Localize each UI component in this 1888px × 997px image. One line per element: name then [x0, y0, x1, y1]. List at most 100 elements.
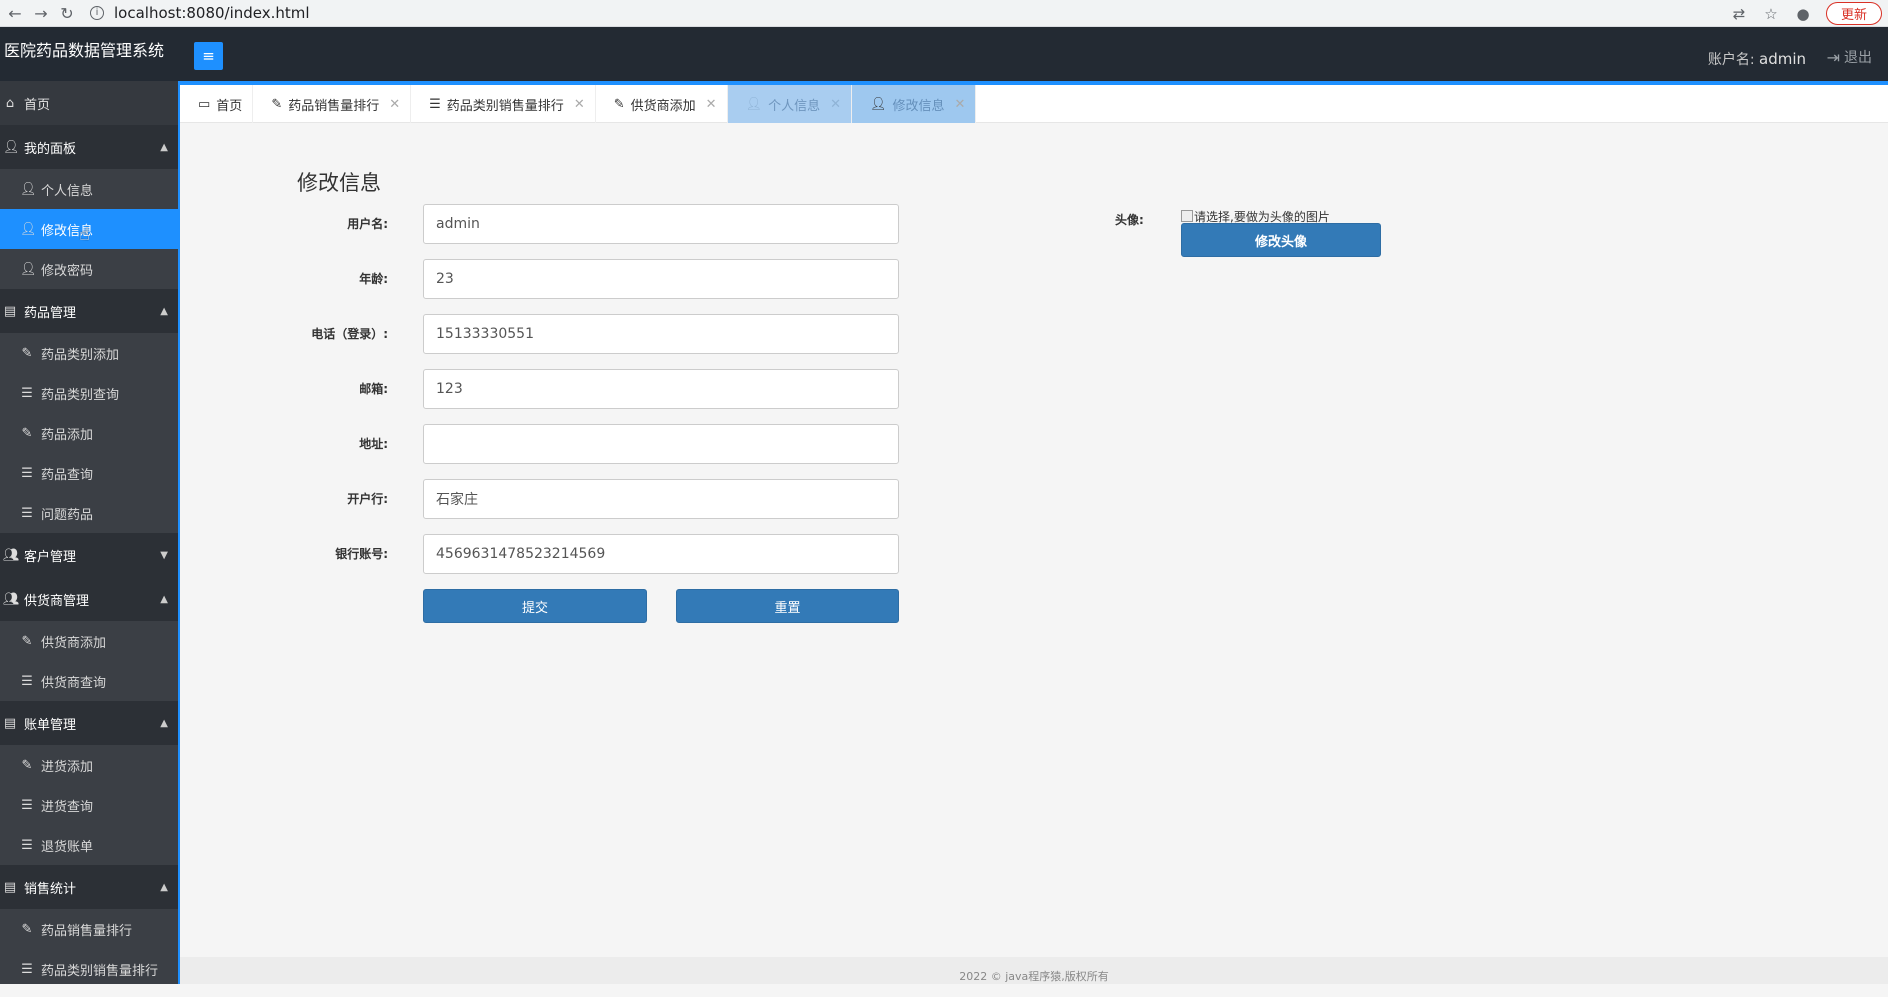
- tab-drug-category-sales-rank[interactable]: ☰ 药品类别销售量排行 ✕: [411, 85, 596, 123]
- star-icon[interactable]: ☆: [1762, 5, 1780, 23]
- sidebar-item-label: 供货商查询: [41, 675, 107, 691]
- tab-drug-sales-rank[interactable]: ✎ 药品销售量排行 ✕: [253, 85, 412, 123]
- close-icon[interactable]: ✕: [706, 97, 717, 112]
- sidebar-item-label: 个人信息: [41, 183, 94, 199]
- account-info: 账户名: admin: [1708, 49, 1806, 69]
- sidebar-group-label: 客户管理: [24, 549, 77, 565]
- list-icon: ☰: [21, 465, 33, 481]
- tab-label: 个人信息: [768, 98, 821, 114]
- reload-icon[interactable]: ↻: [56, 2, 78, 24]
- submit-button[interactable]: 提交: [423, 589, 647, 623]
- sidebar: ⌂ 首页 👤︎ 我的面板 ▲ 👤︎ 个人信息 👤︎ 修改信息 👤︎ 修改密码 ▤…: [0, 81, 180, 984]
- sidebar-item-drug-sales-rank[interactable]: ✎ 药品销售量排行: [0, 909, 180, 949]
- tab-bar: ▭ 首页 ✎ 药品销售量排行 ✕ ☰ 药品类别销售量排行 ✕ ✎ 供货商添加 ✕…: [180, 85, 1888, 123]
- sidebar-group-label: 账单管理: [24, 717, 77, 733]
- sidebar-item-personal-info[interactable]: 👤︎ 个人信息: [0, 169, 180, 209]
- sidebar-item-purchase-add[interactable]: ✎ 进货添加: [0, 745, 180, 785]
- sidebar-group-my-panel[interactable]: 👤︎ 我的面板 ▲: [0, 125, 180, 169]
- sidebar-group-supplier-mgmt[interactable]: 👥︎ 供货商管理 ▲: [0, 577, 180, 621]
- sidebar-item-purchase-query[interactable]: ☰ 进货查询: [0, 785, 180, 825]
- close-icon[interactable]: ✕: [830, 97, 841, 112]
- sidebar-item-label: 退货账单: [41, 839, 94, 855]
- sidebar-item-change-password[interactable]: 👤︎ 修改密码: [0, 249, 180, 289]
- bank-label: 开户行:: [347, 492, 388, 506]
- age-row: 年龄:: [180, 259, 900, 299]
- profile-icon[interactable]: ●: [1794, 5, 1812, 23]
- tab-personal-info[interactable]: 👤︎ 个人信息 ✕: [727, 85, 852, 123]
- reset-button[interactable]: 重置: [676, 589, 899, 623]
- sidebar-item-drug-query[interactable]: ☰ 药品查询: [0, 453, 180, 493]
- address-row: 地址:: [180, 424, 900, 464]
- account-name: admin: [1759, 50, 1806, 68]
- username-label: 用户名:: [347, 217, 388, 231]
- user-icon: 👤︎: [20, 181, 37, 197]
- tab-home[interactable]: ▭ 首页: [180, 85, 254, 123]
- caret-up-icon: ▲: [160, 881, 168, 893]
- caret-down-icon: ▼: [160, 549, 168, 561]
- browser-toolbar: ← → ↻ i localhost:8080/index.html ⇄ ☆ ● …: [0, 0, 1888, 27]
- sidebar-item-problem-drug[interactable]: ☰ 问题药品: [0, 493, 180, 533]
- close-icon[interactable]: ✕: [574, 97, 585, 112]
- sidebar-item-label: 供货商添加: [41, 635, 107, 651]
- sidebar-item-drug-category-query[interactable]: ☰ 药品类别查询: [0, 373, 180, 413]
- sidebar-item-label: 药品查询: [41, 467, 94, 483]
- sidebar-group-customer-mgmt[interactable]: 👥︎ 客户管理 ▼: [0, 533, 180, 577]
- list-icon: ☰: [21, 673, 33, 689]
- logout-button[interactable]: ⇥ 退出: [1827, 47, 1872, 67]
- avatar-label: 头像:: [1115, 213, 1144, 227]
- change-avatar-button[interactable]: 修改头像: [1181, 223, 1381, 257]
- email-label: 邮箱:: [359, 382, 388, 396]
- sidebar-item-label: 药品类别添加: [41, 347, 120, 363]
- hamburger-icon[interactable]: ≡: [194, 42, 223, 70]
- sidebar-item-supplier-query[interactable]: ☰ 供货商查询: [0, 661, 180, 701]
- bank-input[interactable]: [423, 479, 899, 519]
- forward-icon[interactable]: →: [30, 2, 52, 24]
- back-icon[interactable]: ←: [4, 2, 26, 24]
- tab-label: 药品类别销售量排行: [446, 98, 564, 114]
- sidebar-group-label: 药品管理: [24, 305, 77, 321]
- info-icon[interactable]: i: [90, 6, 104, 20]
- user-icon: 👤︎: [20, 221, 37, 237]
- update-button[interactable]: 更新: [1825, 2, 1882, 25]
- sidebar-group-label: 供货商管理: [24, 593, 90, 609]
- sidebar-item-drug-category-sales-rank[interactable]: ☰ 药品类别销售量排行: [0, 949, 180, 984]
- age-input[interactable]: [423, 259, 899, 299]
- sidebar-group-drug-mgmt[interactable]: ▤ 药品管理 ▲: [0, 289, 180, 333]
- close-icon[interactable]: ✕: [955, 97, 966, 112]
- users-icon: 👥︎: [3, 547, 20, 563]
- edit-icon: ✎: [21, 921, 33, 937]
- address-input[interactable]: [423, 424, 899, 464]
- caret-up-icon: ▲: [160, 717, 168, 729]
- main-content: 修改信息 用户名: 年龄: 电话（登录）: 邮箱: 地址: 开户行: 银行账号:…: [180, 123, 1888, 957]
- sidebar-item-drug-add[interactable]: ✎ 药品添加: [0, 413, 180, 453]
- document-icon: ▤: [3, 715, 17, 731]
- sidebar-group-bill-mgmt[interactable]: ▤ 账单管理 ▲: [0, 701, 180, 745]
- bank-account-input[interactable]: [423, 534, 899, 574]
- edit-icon: ✎: [21, 345, 33, 361]
- translate-icon[interactable]: ⇄: [1730, 5, 1748, 23]
- tab-supplier-add[interactable]: ✎ 供货商添加 ✕: [596, 85, 728, 123]
- sidebar-item-edit-info[interactable]: 👤︎ 修改信息: [0, 209, 180, 249]
- app-title: 医院药品数据管理系统: [4, 41, 165, 60]
- username-input[interactable]: [423, 204, 899, 244]
- sidebar-item-supplier-add[interactable]: ✎ 供货商添加: [0, 621, 180, 661]
- phone-input[interactable]: [423, 314, 899, 354]
- user-icon: 👤︎: [3, 139, 20, 155]
- address-bar[interactable]: i localhost:8080/index.html: [90, 2, 1690, 24]
- address-label: 地址:: [359, 437, 388, 451]
- sidebar-item-drug-category-add[interactable]: ✎ 药品类别添加: [0, 333, 180, 373]
- sidebar-item-return-bill[interactable]: ☰ 退货账单: [0, 825, 180, 865]
- broken-image-icon: [1181, 210, 1193, 222]
- sidebar-item-home[interactable]: ⌂ 首页: [0, 81, 180, 125]
- sidebar-group-label: 我的面板: [24, 141, 77, 157]
- email-input[interactable]: [423, 369, 899, 409]
- tab-edit-info[interactable]: 👤︎ 修改信息 ✕: [851, 85, 977, 123]
- logout-icon: ⇥: [1826, 47, 1840, 67]
- user-icon: 👤︎: [869, 96, 887, 112]
- email-row: 邮箱:: [180, 369, 900, 409]
- sidebar-group-sales-stats[interactable]: ▤ 销售统计 ▲: [0, 865, 180, 909]
- sidebar-item-label: 药品类别查询: [41, 387, 120, 403]
- account-label: 账户名:: [1707, 52, 1755, 68]
- close-icon[interactable]: ✕: [389, 97, 400, 112]
- edit-icon: ✎: [21, 425, 33, 441]
